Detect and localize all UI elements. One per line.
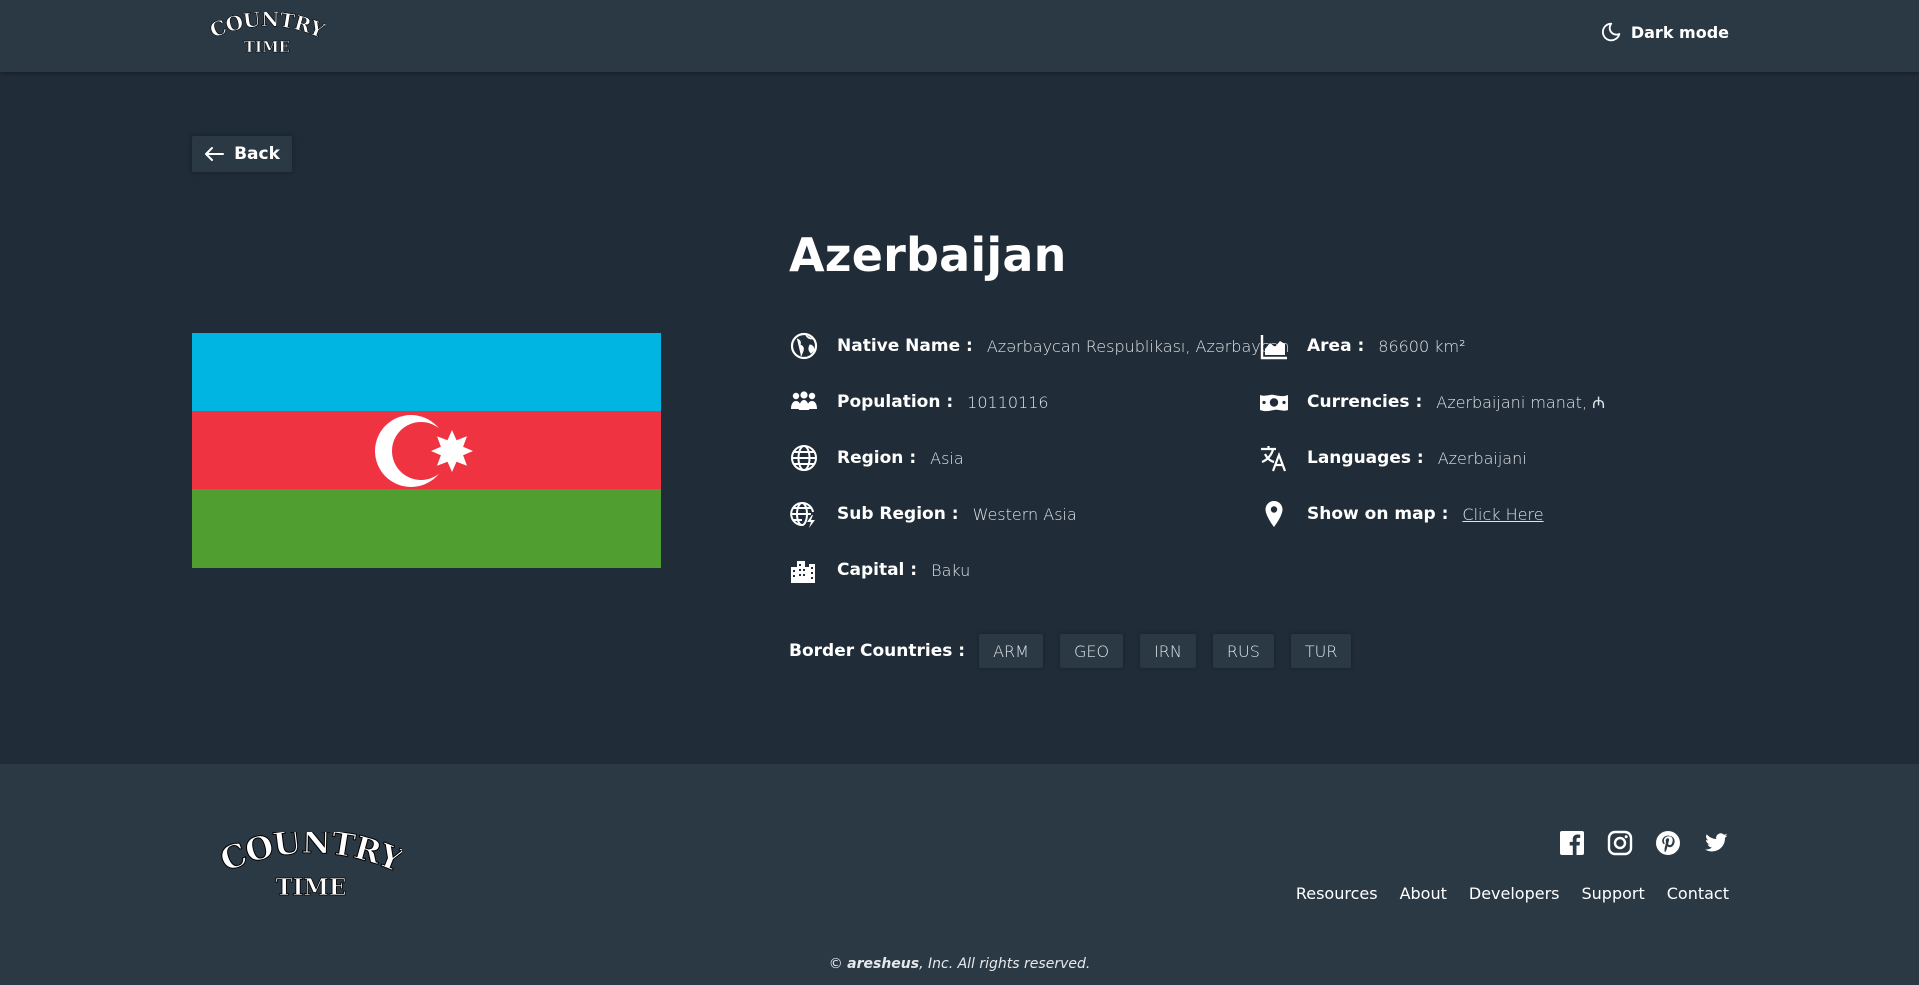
back-button[interactable]: Back [192,136,292,172]
footer-link-developers[interactable]: Developers [1469,884,1560,903]
native-name-label: Native Name : [837,336,973,356]
region-value: Asia [930,448,964,468]
languages-label: Languages : [1307,448,1424,468]
border-chip-arm[interactable]: ARM [979,634,1043,668]
currencies-label: Currencies : [1307,392,1423,412]
border-chip-geo[interactable]: GEO [1059,634,1124,668]
copyright: © aresheus, Inc. All rights reserved. [0,956,1919,972]
footer-link-contact[interactable]: Contact [1667,884,1729,903]
money-icon [1259,387,1289,417]
copyright-name: aresheus [847,956,920,972]
border-chip-rus[interactable]: RUS [1212,634,1274,668]
footer-link-about[interactable]: About [1400,884,1447,903]
instagram-icon[interactable] [1607,830,1633,856]
svg-text:COUNTRY: COUNTRY [220,832,402,880]
pinterest-icon[interactable] [1655,830,1681,856]
translate-icon [1259,443,1289,473]
country-flag [192,333,661,568]
back-button-label: Back [234,144,280,164]
native-name-row: Native Name : Azərbaycan Respublikası, A… [789,331,1289,361]
country-time-logo[interactable]: COUNTRY TIME [208,12,326,56]
footer-logo[interactable]: COUNTRY TIME [220,832,402,900]
area-label: Area : [1307,336,1365,356]
footer: COUNTRY TIME Resources About Developers … [0,764,1919,985]
capital-row: Capital : Baku [789,555,970,585]
area-chart-icon [1259,331,1289,361]
footer-links: Resources About Developers Support Conta… [1296,884,1729,903]
twitter-icon[interactable] [1703,830,1729,856]
region-label: Region : [837,448,917,468]
globe-africa-icon [789,331,819,361]
population-value: 10110116 [967,392,1049,412]
dark-mode-label: Dark mode [1630,22,1729,42]
city-icon [789,555,819,585]
moon-icon [1601,22,1621,42]
region-row: Region : Asia [789,443,964,473]
svg-text:TIME: TIME [244,38,290,56]
population-label: Population : [837,392,954,412]
show-on-map-row: Show on map : Click Here [1259,499,1544,529]
copyright-prefix: © [828,956,848,972]
footer-link-support[interactable]: Support [1582,884,1645,903]
area-row: Area : 86600 km² [1259,331,1466,361]
capital-label: Capital : [837,560,918,580]
sub-region-row: Sub Region : Western Asia [789,499,1077,529]
area-value: 86600 km² [1378,336,1466,356]
show-on-map-link[interactable]: Click Here [1462,505,1543,524]
arrow-left-icon [205,147,225,161]
border-chip-irn[interactable]: IRN [1140,634,1196,668]
globe-bolt-icon [789,499,819,529]
people-icon [789,387,819,417]
svg-text:TIME: TIME [276,874,347,900]
show-on-map-label: Show on map : [1307,504,1449,524]
border-countries: Border Countries : ARM GEO IRN RUS TUR [789,634,1368,668]
social-links [1559,830,1729,856]
languages-row: Languages : Azerbaijani [1259,443,1527,473]
map-pin-icon [1259,499,1289,529]
sub-region-label: Sub Region : [837,504,959,524]
currencies-row: Currencies : Azerbaijani manat, ₼ [1259,387,1605,417]
native-name-value: Azərbaycan Respublikası, Azərbaycan [986,336,1290,356]
currencies-value: Azerbaijani manat, ₼ [1436,393,1606,412]
population-row: Population : 10110116 [789,387,1049,417]
capital-value: Baku [931,560,971,580]
languages-value: Azerbaijani [1437,448,1527,468]
header: COUNTRY TIME Dark mode [0,0,1919,72]
footer-link-resources[interactable]: Resources [1296,884,1378,903]
globe-icon [789,443,819,473]
border-countries-label: Border Countries : [789,641,966,661]
facebook-icon[interactable] [1559,830,1585,856]
dark-mode-toggle[interactable]: Dark mode [1601,20,1729,44]
country-name: Azerbaijan [789,228,1067,282]
border-chip-tur[interactable]: TUR [1290,634,1352,668]
copyright-suffix: , Inc. All rights reserved. [919,956,1091,972]
sub-region-value: Western Asia [972,504,1077,524]
